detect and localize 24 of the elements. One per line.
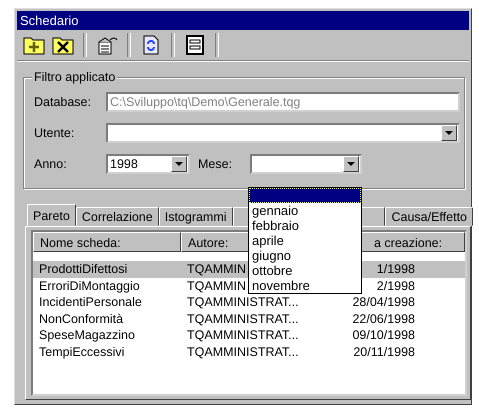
table-cell: ErroriDiMontaggio <box>39 278 140 294</box>
table-cell: TempiEccessivi <box>39 344 124 360</box>
table-cell: TQAMMINISTRAT... <box>187 310 299 327</box>
table-cell: TQAMMIN <box>187 261 246 278</box>
table-cell: TQAMMINISTRAT... <box>187 294 299 310</box>
table-cell: TQAMMIN <box>187 278 246 294</box>
window-title: Schedario <box>17 11 469 30</box>
table-cell: 09/10/1998 <box>352 327 415 344</box>
table-cell: IncidentiPersonale <box>39 294 142 310</box>
table-cell: 22/06/1998 <box>352 310 415 327</box>
table-cell: 28/04/1998 <box>352 294 415 310</box>
field-label: Anno: <box>34 157 68 171</box>
field-label: Mese: <box>198 157 234 171</box>
group-title: Filtro applicato <box>32 70 118 84</box>
table-cell: ProdottiDifettosi <box>39 261 128 278</box>
table-cell: SpeseMagazzino <box>39 327 135 344</box>
table-cell: TQAMMINISTRAT... <box>187 344 299 360</box>
table-cell: 20/11/1998 <box>353 344 415 360</box>
table-cell: TQAMMINISTRAT... <box>187 327 299 344</box>
table-cell: NonConformità <box>39 310 124 327</box>
table-cell: 1/1998 <box>376 261 415 278</box>
field-label: Database: <box>34 95 92 109</box>
table-cell: 2/1998 <box>376 278 415 294</box>
field-label: Utente: <box>34 126 76 140</box>
